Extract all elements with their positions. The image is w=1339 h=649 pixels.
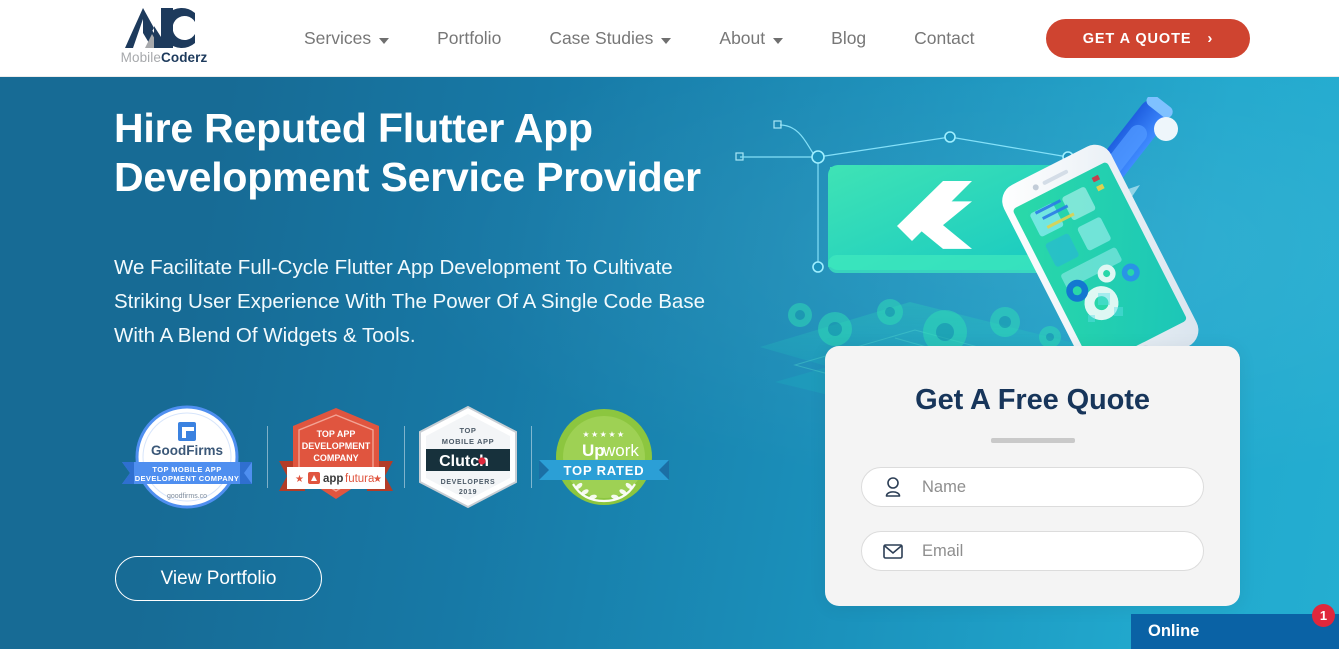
svg-text:TOP MOBILE APP: TOP MOBILE APP	[152, 465, 221, 474]
email-placeholder: Email	[922, 541, 964, 560]
cta-label: GET A QUOTE	[1082, 30, 1192, 47]
nav-item-blog[interactable]: Blog	[807, 27, 890, 48]
chat-widget[interactable]: Online 1	[1131, 604, 1339, 649]
primary-navigation: Services Portfolio Case Studies About Bl…	[280, 0, 998, 77]
svg-text:DEVELOPERS: DEVELOPERS	[441, 479, 496, 486]
mc-monogram-logo	[125, 8, 195, 48]
svg-text:GoodFirms: GoodFirms	[151, 443, 223, 458]
nav-label: Portfolio	[437, 27, 502, 48]
hero-subtitle: We Facilitate Full-Cycle Flutter App Dev…	[114, 256, 705, 347]
upwork-badge: ★★★★★ Up work TOP RATED	[539, 409, 669, 505]
badge-appfutura[interactable]: TOP APP DEVELOPMENT COMPANY ★ ★ app futu…	[275, 405, 397, 509]
view-portfolio-button[interactable]: View Portfolio	[115, 556, 322, 601]
chevron-down-icon	[661, 37, 672, 44]
badge-upwork[interactable]: ★★★★★ Up work TOP RATED	[539, 402, 669, 512]
svg-text:COMPANY: COMPANY	[313, 453, 358, 463]
svg-text:★★★★★: ★★★★★	[582, 430, 625, 439]
svg-text:app: app	[323, 473, 343, 485]
nav-item-contact[interactable]: Contact	[890, 27, 998, 48]
hero-title: Hire Reputed Flutter App Development Ser…	[114, 105, 701, 200]
nav-label: Case Studies	[549, 27, 654, 48]
user-icon	[885, 477, 901, 497]
quote-form-card: Get A Free Quote Name Email	[825, 346, 1240, 606]
logo-word-coderz: Coderz	[161, 50, 208, 65]
nav-item-portfolio[interactable]: Portfolio	[413, 27, 525, 48]
logo-wordmark: MobileCoderz	[121, 51, 208, 65]
quote-form-title: Get A Free Quote	[915, 384, 1150, 416]
get-a-quote-button[interactable]: GET A QUOTE ›	[1046, 19, 1250, 58]
nav-label: Blog	[831, 27, 867, 48]
chat-unread-badge: 1	[1312, 604, 1335, 627]
name-placeholder: Name	[922, 477, 967, 496]
chevron-down-icon	[773, 37, 784, 44]
badge-separator	[531, 426, 532, 488]
svg-text:TOP RATED: TOP RATED	[564, 463, 645, 478]
email-field[interactable]: Email	[861, 531, 1204, 571]
name-field[interactable]: Name	[861, 467, 1204, 507]
nav-item-case-studies[interactable]: Case Studies	[525, 27, 695, 48]
badge-clutch[interactable]: TOP MOBILE APP Clutch DEVELOPERS 2019	[412, 404, 524, 510]
svg-text:MOBILE APP: MOBILE APP	[442, 437, 494, 446]
goodfirms-badge: GoodFirms TOP MOBILE APP DEVELOPMENT COM…	[122, 405, 252, 509]
clutch-badge: TOP MOBILE APP Clutch DEVELOPERS 2019	[419, 405, 517, 509]
svg-text:Up: Up	[582, 441, 605, 460]
nav-item-services[interactable]: Services	[280, 27, 413, 48]
nav-label: About	[719, 27, 766, 48]
badge-separator	[267, 426, 268, 488]
svg-text:futura: futura	[345, 473, 375, 485]
svg-text:2019: 2019	[459, 489, 477, 496]
chevron-right-icon: ›	[1207, 30, 1214, 47]
title-divider	[990, 438, 1075, 443]
badge-separator	[404, 426, 405, 488]
nav-label: Contact	[914, 27, 975, 48]
view-portfolio-label: View Portfolio	[160, 567, 277, 589]
logo-word-mobile: Mobile	[120, 50, 161, 65]
award-badges: GoodFirms TOP MOBILE APP DEVELOPMENT COM…	[114, 397, 669, 517]
svg-text:DEVELOPMENT: DEVELOPMENT	[302, 441, 371, 451]
svg-text:★: ★	[295, 474, 304, 485]
appfutura-badge: TOP APP DEVELOPMENT COMPANY ★ ★ app futu…	[279, 408, 393, 499]
svg-text:goodfirms.co: goodfirms.co	[167, 493, 207, 500]
site-header: MobileCoderz Services Portfolio Case Stu…	[0, 0, 1339, 77]
chevron-down-icon	[379, 37, 390, 44]
envelope-icon	[883, 544, 903, 559]
svg-text:TOP: TOP	[459, 426, 476, 435]
nav-item-about[interactable]: About	[695, 27, 807, 48]
chat-status-label: Online	[1148, 622, 1200, 640]
svg-text:DEVELOPMENT COMPANY: DEVELOPMENT COMPANY	[135, 474, 240, 483]
svg-text:TOP APP: TOP APP	[317, 429, 356, 439]
svg-text:work: work	[602, 441, 639, 460]
badge-goodfirms[interactable]: GoodFirms TOP MOBILE APP DEVELOPMENT COM…	[114, 402, 260, 512]
site-logo[interactable]: MobileCoderz	[116, 4, 212, 72]
nav-label: Services	[304, 27, 372, 48]
